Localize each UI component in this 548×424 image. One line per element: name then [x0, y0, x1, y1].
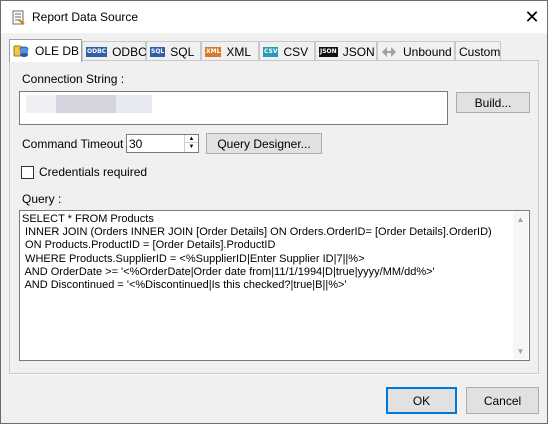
spin-down-icon[interactable]: ▼	[185, 143, 198, 151]
xml-icon: XML	[205, 46, 222, 57]
cancel-button[interactable]: Cancel	[466, 387, 539, 414]
redacted-text	[26, 95, 56, 113]
close-icon[interactable]: ✕	[517, 1, 547, 33]
footer-divider	[9, 374, 539, 375]
tab-sql[interactable]: SQL SQL	[146, 41, 201, 61]
build-button[interactable]: Build...	[456, 92, 530, 113]
query-label: Query :	[22, 192, 62, 206]
tab-custom[interactable]: Custom	[455, 41, 501, 61]
query-line: AND Discontinued = '<%Discontinued|Is th…	[22, 279, 347, 292]
report-data-source-icon	[10, 10, 26, 26]
command-timeout-label: Command Timeout :	[22, 137, 131, 151]
tab-ole-db[interactable]: OLE DB	[9, 39, 82, 62]
scroll-up-icon[interactable]: ▲	[513, 212, 528, 227]
query-textarea[interactable]: SELECT * FROM Products INNER JOIN (Order…	[19, 210, 530, 361]
unbound-icon	[381, 46, 397, 58]
query-line: SELECT * FROM Products	[22, 213, 154, 225]
window-title: Report Data Source	[32, 10, 139, 24]
tab-label: Custom	[459, 44, 501, 59]
ole-db-icon	[13, 44, 29, 58]
query-text: SELECT * FROM Products INNER JOIN (Order…	[22, 213, 511, 358]
connection-string-label: Connection String :	[22, 72, 125, 86]
query-line: INNER JOIN (Orders INNER JOIN [Order Det…	[22, 226, 492, 239]
tab-label: Unbound	[403, 44, 452, 59]
credentials-label: Credentials required	[39, 165, 148, 179]
spin-up-icon[interactable]: ▲	[185, 135, 198, 143]
credentials-checkbox[interactable]	[21, 166, 34, 179]
tab-label: SQL	[170, 44, 195, 59]
query-line: AND OrderDate >= '<%OrderDate|Order date…	[22, 265, 435, 278]
tab-label: XML	[226, 44, 252, 59]
command-timeout-stepper[interactable]: ▲ ▼	[126, 134, 199, 153]
tab-xml[interactable]: XML XML	[201, 41, 259, 61]
ok-button[interactable]: OK	[386, 387, 457, 414]
query-line: ON Products.ProductID = [Order Details].…	[22, 239, 276, 252]
tab-unbound[interactable]: Unbound	[377, 41, 455, 61]
tab-label: ODBC	[112, 44, 147, 59]
command-timeout-input[interactable]	[129, 136, 183, 151]
tab-label: OLE DB	[35, 44, 80, 58]
connection-string-field[interactable]	[19, 91, 448, 125]
query-line: WHERE Products.SupplierID = <%SupplierID…	[22, 252, 365, 265]
spin-buttons: ▲ ▼	[184, 135, 198, 152]
title-bar: Report Data Source ✕	[1, 1, 547, 33]
odbc-icon: ODBC	[86, 46, 108, 57]
scroll-down-icon[interactable]: ▼	[513, 344, 528, 359]
redacted-text	[56, 95, 116, 113]
tab-label: JSON	[342, 44, 375, 59]
tab-json[interactable]: JSON JSON	[315, 41, 377, 61]
vertical-scrollbar[interactable]: ▲ ▼	[513, 212, 528, 359]
csv-icon: CSV	[263, 46, 279, 57]
tab-csv[interactable]: CSV CSV	[259, 41, 315, 61]
redacted-text	[116, 95, 152, 113]
tab-odbc[interactable]: ODBC ODBC	[82, 41, 147, 61]
json-icon: JSON	[319, 46, 338, 57]
report-data-source-dialog: Report Data Source ✕ OLE DB ODBC ODBC SQ…	[0, 0, 548, 424]
sql-icon: SQL	[150, 46, 166, 57]
tab-label: CSV	[283, 44, 309, 59]
query-designer-button[interactable]: Query Designer...	[206, 133, 322, 154]
